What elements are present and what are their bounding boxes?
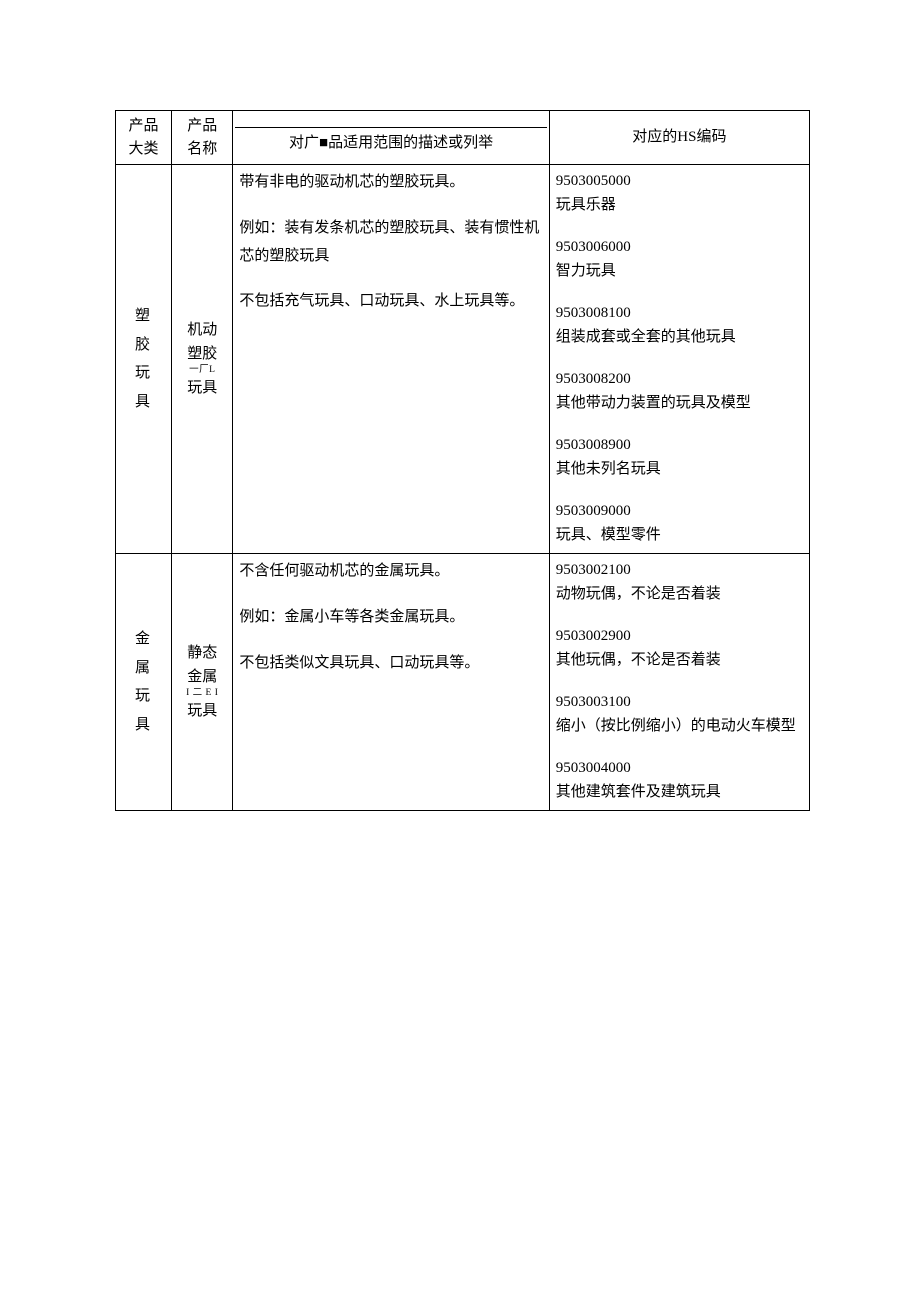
- header-hs-text: 对应的HS编码: [632, 129, 726, 145]
- header-desc: 对广■品适用范围的描述或列举: [233, 111, 549, 165]
- hs-cell: 9503002100 动物玩偶，不论是否着装 9503002900 其他玩偶，不…: [549, 554, 809, 811]
- name-line2: 塑胶: [172, 342, 232, 366]
- header-name: 产品 名称: [172, 111, 233, 165]
- name-line1: 机动: [172, 318, 232, 342]
- hs-item: 9503006000 智力玩具: [556, 235, 803, 283]
- hs-item: 9503002100 动物玩偶，不论是否着装: [556, 558, 803, 606]
- desc-para: 不包括类似文具玩具、口动玩具等。: [239, 650, 542, 678]
- header-desc-text: 对广■品适用范围的描述或列举: [235, 128, 546, 159]
- name-line3: 玩具: [172, 376, 232, 400]
- category-text: 金 属 玩 具: [135, 625, 152, 739]
- hs-item: 9503002900 其他玩偶，不论是否着装: [556, 624, 803, 672]
- table-row: 塑 胶 玩 具 机动 塑胶 一厂L 玩具 带有非电的驱动机芯的塑胶玩具。 例如：…: [116, 165, 810, 554]
- header-desc-blank: [235, 117, 546, 128]
- hs-item: 9503003100 缩小（按比例缩小）的电动火车模型: [556, 690, 803, 738]
- hs-item: 9503009000 玩具、模型零件: [556, 499, 803, 547]
- hs-code: 9503005000: [556, 169, 803, 193]
- hs-code: 9503008200: [556, 367, 803, 391]
- table-row: 金 属 玩 具 静态 金属 I 二 E I 玩具 不含任何驱动机芯的金属玩具。 …: [116, 554, 810, 811]
- hs-label: 其他带动力装置的玩具及模型: [556, 391, 803, 415]
- name-tiny: 一厂L: [172, 366, 232, 376]
- name-line2: 金属: [172, 665, 232, 689]
- name-tiny: I 二 E I: [172, 689, 232, 699]
- hs-item: 9503008100 组装成套或全套的其他玩具: [556, 301, 803, 349]
- header-category: 产品 大类: [116, 111, 172, 165]
- header-name-text: 产品 名称: [187, 118, 217, 157]
- hs-code: 9503006000: [556, 235, 803, 259]
- hs-label: 其他未列名玩具: [556, 457, 803, 481]
- name-line3: 玩具: [172, 699, 232, 723]
- desc-cell: 带有非电的驱动机芯的塑胶玩具。 例如：装有发条机芯的塑胶玩具、装有惯性机芯的塑胶…: [233, 165, 549, 554]
- table-header-row: 产品 大类 产品 名称 对广■品适用范围的描述或列举 对应的HS编码: [116, 111, 810, 165]
- desc-para: 带有非电的驱动机芯的塑胶玩具。: [239, 169, 542, 197]
- header-hs: 对应的HS编码: [549, 111, 809, 165]
- hs-code: 9503008100: [556, 301, 803, 325]
- hs-label: 其他建筑套件及建筑玩具: [556, 780, 803, 804]
- desc-para: 例如：装有发条机芯的塑胶玩具、装有惯性机芯的塑胶玩具: [239, 215, 542, 271]
- hs-label: 动物玩偶，不论是否着装: [556, 582, 803, 606]
- desc-cell: 不含任何驱动机芯的金属玩具。 例如：金属小车等各类金属玩具。 不包括类似文具玩具…: [233, 554, 549, 811]
- desc-para: 例如：金属小车等各类金属玩具。: [239, 604, 542, 632]
- hs-label: 其他玩偶，不论是否着装: [556, 648, 803, 672]
- hs-code: 9503009000: [556, 499, 803, 523]
- category-text: 塑 胶 玩 具: [135, 302, 152, 416]
- hs-item: 9503005000 玩具乐器: [556, 169, 803, 217]
- hs-code: 9503003100: [556, 690, 803, 714]
- name-cell: 机动 塑胶 一厂L 玩具: [172, 165, 233, 554]
- hs-item: 9503008900 其他未列名玩具: [556, 433, 803, 481]
- hs-code: 9503002100: [556, 558, 803, 582]
- hs-label: 玩具乐器: [556, 193, 803, 217]
- hs-label: 智力玩具: [556, 259, 803, 283]
- category-cell: 金 属 玩 具: [116, 554, 172, 811]
- hs-label: 组装成套或全套的其他玩具: [556, 325, 803, 349]
- hs-item: 9503004000 其他建筑套件及建筑玩具: [556, 756, 803, 804]
- hs-cell: 9503005000 玩具乐器 9503006000 智力玩具 95030081…: [549, 165, 809, 554]
- desc-para: 不包括充气玩具、口动玩具、水上玩具等。: [239, 288, 542, 316]
- hs-code: 9503008900: [556, 433, 803, 457]
- name-line1: 静态: [172, 641, 232, 665]
- name-cell: 静态 金属 I 二 E I 玩具: [172, 554, 233, 811]
- hs-label: 玩具、模型零件: [556, 523, 803, 547]
- desc-para: 不含任何驱动机芯的金属玩具。: [239, 558, 542, 586]
- hs-code: 9503004000: [556, 756, 803, 780]
- hs-label: 缩小（按比例缩小）的电动火车模型: [556, 714, 803, 738]
- product-table: 产品 大类 产品 名称 对广■品适用范围的描述或列举 对应的HS编码 塑 胶 玩…: [115, 110, 810, 811]
- hs-item: 9503008200 其他带动力装置的玩具及模型: [556, 367, 803, 415]
- category-cell: 塑 胶 玩 具: [116, 165, 172, 554]
- header-category-text: 产品 大类: [129, 118, 159, 157]
- hs-code: 9503002900: [556, 624, 803, 648]
